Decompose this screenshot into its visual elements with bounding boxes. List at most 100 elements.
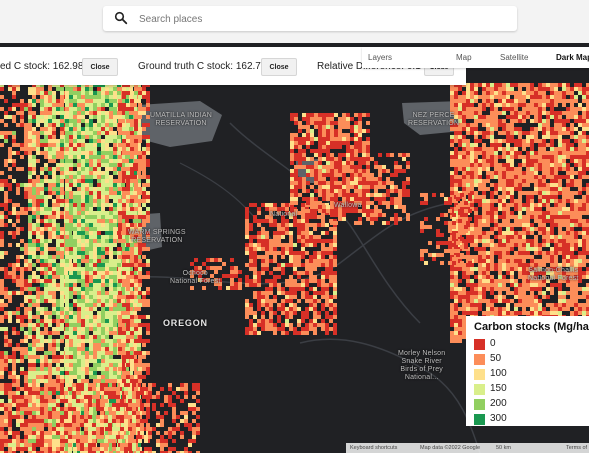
raster-cell (36, 347, 40, 351)
raster-cell (105, 227, 109, 231)
raster-cell (142, 111, 146, 115)
raster-cell (305, 315, 309, 319)
raster-cell (285, 203, 289, 207)
raster-cell (44, 111, 48, 115)
raster-cell (76, 391, 80, 395)
raster-cell (290, 189, 294, 193)
raster-cell (48, 431, 52, 435)
raster-cell (0, 351, 4, 355)
search-box[interactable] (103, 6, 517, 31)
raster-cell (77, 319, 81, 323)
raster-cell (97, 347, 101, 351)
raster-cell (192, 427, 196, 431)
raster-cell (113, 331, 117, 335)
raster-cell (32, 315, 36, 319)
raster-cell (32, 299, 36, 303)
raster-cell (48, 427, 52, 431)
raster-cell (81, 347, 85, 351)
raster-cell (105, 307, 109, 311)
raster-cell (69, 359, 73, 363)
raster-cell (333, 331, 337, 335)
raster-cell (333, 295, 337, 299)
raster-cell (93, 275, 97, 279)
raster-cell (109, 283, 113, 287)
raster-cell (125, 291, 129, 295)
raster-cell (306, 121, 310, 125)
raster-cell (101, 131, 105, 135)
raster-cell (192, 439, 196, 443)
raster-cell (301, 243, 305, 247)
raster-cell (130, 271, 134, 275)
raster-cell (28, 139, 32, 143)
raster-cell (28, 327, 32, 331)
raster-cell (138, 191, 142, 195)
raster-cell (330, 165, 334, 169)
raster-cell (97, 275, 101, 279)
raster-cell (105, 95, 109, 99)
raster-cell (12, 403, 16, 407)
raster-cell (28, 343, 32, 347)
raster-cell (44, 187, 48, 191)
raster-cell (101, 315, 105, 319)
raster-cell (52, 179, 56, 183)
raster-cell (326, 189, 330, 193)
raster-cell (142, 315, 146, 319)
raster-cell (81, 131, 85, 135)
raster-cell (301, 227, 305, 231)
raster-cell (346, 133, 350, 137)
raster-cell (36, 435, 40, 439)
raster-cell (73, 219, 77, 223)
raster-cell (84, 419, 88, 423)
raster-cell (138, 299, 142, 303)
raster-cell (56, 119, 60, 123)
raster-cell (144, 435, 148, 439)
raster-cell (40, 143, 44, 147)
raster-cell (69, 275, 73, 279)
raster-cell (132, 415, 136, 419)
raster-cell (313, 243, 317, 247)
raster-cell (77, 303, 81, 307)
raster-cell (105, 115, 109, 119)
raster-cell (77, 107, 81, 111)
raster-cell (60, 439, 64, 443)
raster-cell (105, 335, 109, 339)
raster-cell (269, 303, 273, 307)
raster-cell (249, 319, 253, 323)
raster-cell (118, 223, 122, 227)
raster-cell (48, 171, 52, 175)
raster-cell (330, 161, 334, 165)
raster-cell (52, 91, 56, 95)
raster-cell (36, 315, 40, 319)
raster-cell (84, 411, 88, 415)
raster-cell (140, 427, 144, 431)
raster-cell (89, 219, 93, 223)
raster-cell (65, 307, 69, 311)
raster-cell (89, 275, 93, 279)
search-input[interactable] (137, 9, 501, 30)
raster-cell (65, 231, 69, 235)
raster-cell (118, 131, 122, 135)
raster-cell (40, 139, 44, 143)
raster-cell (338, 169, 342, 173)
raster-cell (69, 211, 73, 215)
raster-cell (97, 191, 101, 195)
raster-cell (317, 235, 321, 239)
raster-cell (56, 179, 60, 183)
raster-cell (97, 91, 101, 95)
raster-cell (77, 335, 81, 339)
raster-cell (48, 211, 52, 215)
raster-cell (36, 371, 40, 375)
raster-cell (322, 129, 326, 133)
raster-cell (109, 343, 113, 347)
raster-cell (350, 185, 354, 189)
raster-cell (20, 119, 24, 123)
raster-cell (138, 315, 142, 319)
raster-cell (261, 303, 265, 307)
raster-cell (338, 189, 342, 193)
raster-cell (8, 343, 12, 347)
raster-cell (36, 343, 40, 347)
raster-cell (253, 295, 257, 299)
raster-cell (4, 443, 8, 447)
raster-cell (301, 271, 305, 275)
raster-cell (93, 323, 97, 327)
